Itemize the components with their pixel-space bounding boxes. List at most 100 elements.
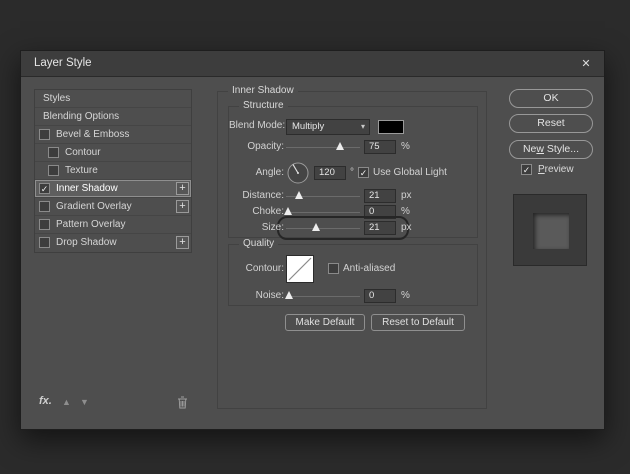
opacity-unit: % [401, 141, 410, 152]
style-preview-thumbnail [513, 194, 587, 266]
desktop-background: Layer Style ✕ Styles Blending Options Be… [0, 0, 630, 474]
angle-dial[interactable] [287, 162, 309, 189]
new-style-mnemonic: w [536, 143, 544, 155]
window-titlebar[interactable]: Layer Style ✕ [21, 51, 604, 77]
angle-unit: ° [350, 167, 354, 178]
blend-mode-row: Blend Mode: Multiply ▾ [229, 119, 477, 135]
quality-group: Quality Contour: Anti-aliased Noise: [228, 244, 478, 306]
checkbox[interactable] [48, 165, 59, 176]
size-input[interactable]: 21 [364, 221, 396, 235]
sidebar-item-label: Blending Options [43, 108, 119, 126]
new-style-label: Ne [523, 143, 536, 155]
blend-mode-dropdown[interactable]: Multiply ▾ [286, 119, 370, 135]
choke-unit: % [401, 206, 410, 217]
distance-input[interactable]: 21 [364, 189, 396, 203]
sidebar-item-bevel-emboss[interactable]: Bevel & Emboss [35, 126, 191, 144]
preview-checkbox[interactable]: ✓ [521, 164, 532, 175]
sidebar-item-label: Bevel & Emboss [56, 126, 129, 144]
sidebar-item-contour[interactable]: Contour [35, 144, 191, 162]
angle-input[interactable]: 120 [314, 166, 346, 180]
sidebar-item-gradient-overlay[interactable]: Gradient Overlay + [35, 198, 191, 216]
sidebar-item-label: Contour [65, 144, 101, 162]
size-slider[interactable] [286, 222, 360, 234]
slider-track [286, 228, 360, 229]
use-global-light-label: Use Global Light [373, 167, 447, 178]
slider-thumb[interactable] [312, 223, 320, 231]
close-icon[interactable]: ✕ [578, 56, 594, 72]
blend-mode-value: Multiply [292, 121, 324, 132]
window-title: Layer Style [34, 57, 92, 69]
move-down-icon[interactable]: ▼ [80, 397, 89, 407]
size-row: Size: 21 px [229, 221, 477, 237]
opacity-slider[interactable] [286, 141, 360, 153]
distance-label: Distance: [229, 190, 284, 201]
use-global-light-checkbox[interactable]: ✓ [358, 167, 369, 178]
move-up-icon[interactable]: ▲ [62, 397, 71, 407]
opacity-input[interactable]: 75 [364, 140, 396, 154]
slider-track [286, 147, 360, 148]
new-style-button[interactable]: New Style... [509, 140, 593, 159]
slider-track [286, 212, 360, 213]
contour-label: Contour: [229, 263, 284, 274]
layer-style-dialog: Layer Style ✕ Styles Blending Options Be… [20, 50, 605, 430]
contour-picker[interactable] [286, 255, 314, 283]
slider-thumb[interactable] [284, 207, 292, 215]
sidebar-item-label: Drop Shadow [56, 234, 117, 252]
blend-mode-label: Blend Mode: [229, 120, 284, 131]
add-effect-button[interactable]: + [176, 182, 189, 195]
slider-thumb[interactable] [336, 142, 344, 150]
sidebar-item-styles[interactable]: Styles [35, 90, 191, 108]
contour-row: Contour: Anti-aliased [229, 255, 477, 285]
size-label: Size: [229, 222, 284, 233]
reset-button[interactable]: Reset [509, 114, 593, 133]
style-preview-swatch [533, 213, 569, 249]
sidebar-item-label: Inner Shadow [56, 180, 118, 198]
choke-label: Choke: [229, 206, 284, 217]
noise-unit: % [401, 290, 410, 301]
quality-group-title: Quality [239, 238, 278, 249]
sidebar-item-blending-options[interactable]: Blending Options [35, 108, 191, 126]
panel-title: Inner Shadow [228, 85, 298, 96]
reset-to-default-button[interactable]: Reset to Default [371, 314, 465, 331]
noise-slider[interactable] [286, 290, 360, 302]
inner-shadow-panel: Inner Shadow Structure Blend Mode: Multi… [217, 91, 487, 409]
new-style-label-rest: Style... [544, 143, 579, 155]
make-default-button[interactable]: Make Default [285, 314, 365, 331]
sidebar-item-label: Pattern Overlay [56, 216, 125, 234]
opacity-row: Opacity: 75 % [229, 140, 477, 156]
noise-input[interactable]: 0 [364, 289, 396, 303]
checkbox[interactable]: ✓ [39, 183, 50, 194]
effects-list: Styles Blending Options Bevel & Emboss C… [34, 89, 192, 253]
sidebar-item-label: Gradient Overlay [56, 198, 132, 216]
add-effect-button[interactable]: + [176, 236, 189, 249]
distance-slider[interactable] [286, 190, 360, 202]
checkbox[interactable] [39, 237, 50, 248]
checkbox[interactable] [39, 201, 50, 212]
sidebar-item-inner-shadow[interactable]: ✓ Inner Shadow + [35, 180, 191, 198]
distance-unit: px [401, 190, 412, 201]
sidebar-item-texture[interactable]: Texture [35, 162, 191, 180]
opacity-label: Opacity: [229, 141, 284, 152]
structure-group-title: Structure [239, 100, 288, 111]
slider-thumb[interactable] [295, 191, 303, 199]
add-effect-button[interactable]: + [176, 200, 189, 213]
size-unit: px [401, 222, 412, 233]
noise-label: Noise: [229, 290, 284, 301]
sidebar-footer: fx. ▲ ▼ [34, 395, 192, 411]
slider-thumb[interactable] [285, 291, 293, 299]
sidebar-item-label: Styles [43, 90, 70, 108]
sidebar-item-drop-shadow[interactable]: Drop Shadow + [35, 234, 191, 252]
delete-effect-icon[interactable] [177, 396, 188, 414]
angle-row: Angle: 120 ° ✓ Use Global Light [229, 162, 477, 186]
preview-label: Preview [538, 164, 574, 175]
ok-button[interactable]: OK [509, 89, 593, 108]
anti-aliased-checkbox[interactable] [328, 263, 339, 274]
sidebar-item-pattern-overlay[interactable]: Pattern Overlay [35, 216, 191, 234]
checkbox[interactable] [48, 147, 59, 158]
shadow-color-swatch[interactable] [378, 120, 404, 134]
checkbox[interactable] [39, 219, 50, 230]
checkbox[interactable] [39, 129, 50, 140]
fx-icon[interactable]: fx. [39, 395, 52, 407]
chevron-down-icon: ▾ [361, 120, 365, 134]
anti-aliased-label: Anti-aliased [343, 263, 395, 274]
